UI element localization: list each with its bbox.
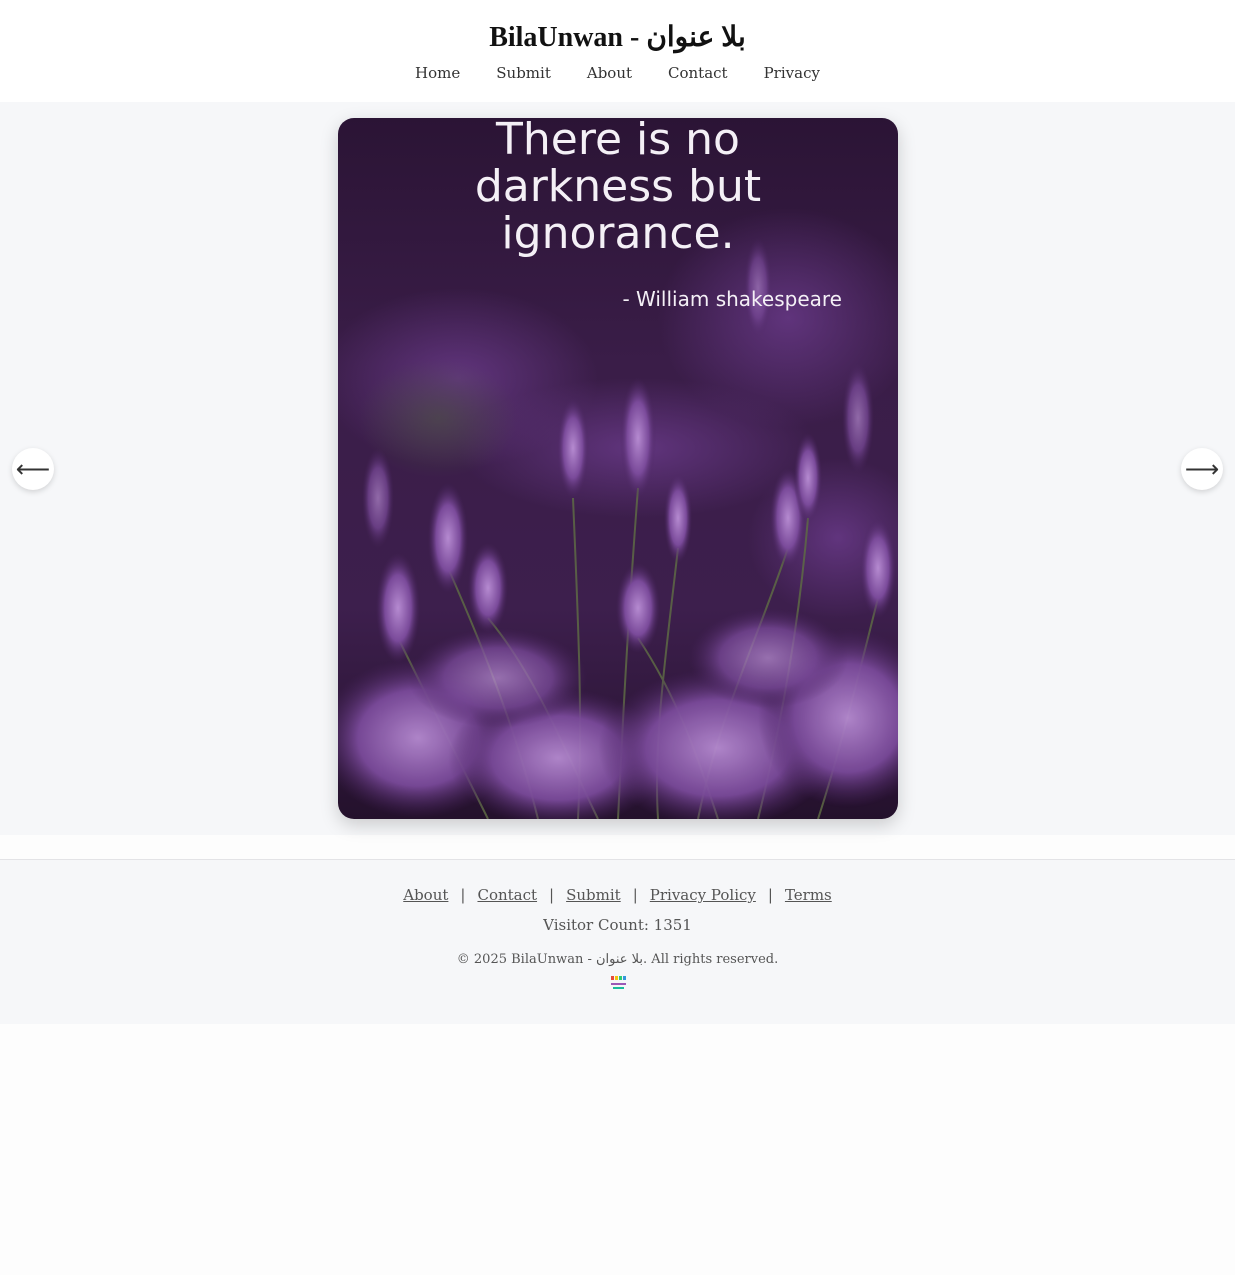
footer-separator: | <box>632 886 638 904</box>
nav-submit[interactable]: Submit <box>496 64 551 82</box>
footer-badge-icon <box>608 975 628 991</box>
main-nav: Home Submit About Contact Privacy <box>0 64 1235 82</box>
quote-author: - William shakespeare <box>622 287 842 311</box>
quote-image-card[interactable]: There is no darkness but ignorance. - Wi… <box>338 118 898 819</box>
nav-privacy[interactable]: Privacy <box>764 64 820 82</box>
arrow-right-icon: ⟶ <box>1184 455 1220 483</box>
site-header: BilaUnwan - بلا عنوان Home Submit About … <box>0 0 1235 102</box>
footer-link-submit[interactable]: Submit <box>566 886 621 904</box>
nav-contact[interactable]: Contact <box>668 64 728 82</box>
footer-link-terms[interactable]: Terms <box>785 886 832 904</box>
site-footer: About | Contact | Submit | Privacy Policy | Term… <box>0 859 1235 1024</box>
quote-line-2: darkness but <box>475 161 761 212</box>
nav-home[interactable]: Home <box>415 64 460 82</box>
lavender-photo: There is no darkness but ignorance. - Wi… <box>338 118 898 819</box>
gallery: ⟵ There is no darkness but ignorance. - … <box>0 102 1235 835</box>
site-title: BilaUnwan - بلا عنوان <box>489 22 746 53</box>
footer-link-about[interactable]: About <box>403 886 448 904</box>
footer-link-contact[interactable]: Contact <box>477 886 537 904</box>
nav-about[interactable]: About <box>587 64 632 82</box>
quote-line-1: There is no <box>495 118 740 165</box>
next-button[interactable]: ⟶ <box>1181 448 1223 490</box>
footer-link-privacy-policy[interactable]: Privacy Policy <box>650 886 756 904</box>
copyright: © 2025 BilaUnwan - بلا عنوان. All rights… <box>456 952 779 967</box>
footer-links: About | Contact | Submit | Privacy Policy | Term… <box>0 886 1235 904</box>
arrow-left-icon: ⟵ <box>15 455 51 483</box>
footer-separator: | <box>767 886 773 904</box>
footer-separator: | <box>549 886 555 904</box>
visitor-count: Visitor Count: 1351 <box>543 916 692 934</box>
footer-separator: | <box>460 886 466 904</box>
quote-line-3: ignorance. <box>501 208 734 259</box>
prev-button[interactable]: ⟵ <box>12 448 54 490</box>
